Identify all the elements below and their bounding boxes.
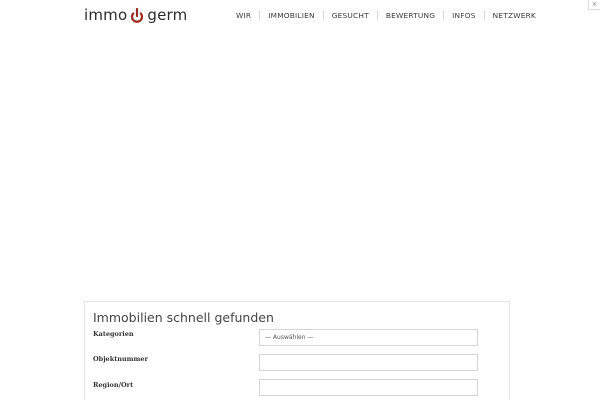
nav-divider (376, 11, 378, 20)
nav-item-wir[interactable]: WIR (236, 11, 251, 20)
logo-text-right: germ (147, 6, 188, 24)
objektnummer-label: Objektnummer (93, 355, 148, 363)
nav-divider (259, 11, 261, 20)
main-nav: WIR IMMOBILIEN GESUCHT BEWERTUNG INFOS N… (236, 11, 536, 20)
nav-item-infos[interactable]: INFOS (452, 11, 475, 20)
nav-item-netzwerk[interactable]: NETZWERK (493, 11, 536, 20)
quick-search-panel: Immobilien schnell gefunden Kategorien —… (84, 301, 510, 400)
nav-item-bewertung[interactable]: BEWERTUNG (386, 11, 435, 20)
kategorien-select[interactable]: — Auswählen — (259, 329, 478, 346)
kategorien-label: Kategorien (93, 330, 134, 338)
close-icon[interactable]: × (588, 0, 600, 10)
power-icon (131, 7, 144, 23)
logo[interactable]: immo germ (84, 5, 187, 25)
objektnummer-input[interactable] (259, 354, 478, 371)
region-ort-label: Region/Ort (93, 381, 134, 389)
site-header: immo germ WIR IMMOBILIEN GESUCHT BEWERTU… (0, 0, 600, 32)
nav-item-gesucht[interactable]: GESUCHT (332, 11, 369, 20)
nav-item-immobilien[interactable]: IMMOBILIEN (268, 11, 315, 20)
nav-divider (443, 11, 445, 20)
region-ort-input[interactable] (259, 379, 478, 396)
nav-divider (483, 11, 485, 20)
nav-divider (322, 11, 324, 20)
logo-text-left: immo (84, 6, 128, 24)
panel-title: Immobilien schnell gefunden (93, 310, 274, 325)
